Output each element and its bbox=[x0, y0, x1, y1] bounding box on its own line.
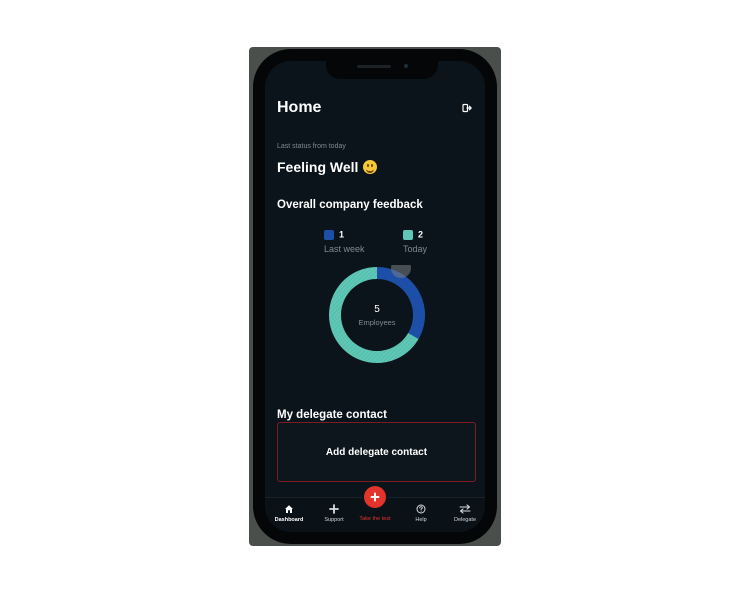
nav-label-dashboard: Dashboard bbox=[274, 517, 304, 523]
nav-item-dashboard[interactable]: Dashboard bbox=[267, 504, 311, 523]
nav-item-delegate[interactable]: Delegate bbox=[443, 504, 485, 523]
delegate-section-title: My delegate contact bbox=[277, 409, 387, 421]
speaker-grille bbox=[357, 65, 391, 68]
take-the-test-fab[interactable] bbox=[364, 486, 386, 508]
smiling-face-icon bbox=[363, 160, 378, 174]
legend-value-last-week: 1 bbox=[339, 229, 345, 240]
nav-item-help[interactable]: Help bbox=[399, 504, 443, 523]
nav-label-support: Support bbox=[324, 517, 344, 523]
legend-label-today: Today bbox=[403, 243, 428, 254]
current-feeling: Feeling Well bbox=[277, 159, 378, 175]
help-circle-icon bbox=[416, 504, 426, 514]
home-icon bbox=[285, 505, 293, 513]
nav-label-take-the-test: Take the test bbox=[359, 516, 391, 522]
phone-bezel: Home Last status from today Feeling Well… bbox=[253, 49, 497, 544]
logout-icon[interactable] bbox=[462, 103, 472, 113]
nav-label-delegate: Delegate bbox=[453, 517, 477, 523]
legend-swatch-today bbox=[403, 229, 413, 240]
nav-item-take-the-test[interactable]: Take the test bbox=[353, 516, 397, 522]
app-screen: Home Last status from today Feeling Well… bbox=[265, 61, 485, 532]
legend-item-today[interactable]: 2 Today bbox=[403, 229, 427, 254]
nav-label-help: Help bbox=[415, 517, 427, 523]
add-delegate-contact-button[interactable]: Add delegate contact bbox=[277, 422, 476, 482]
front-camera bbox=[404, 64, 408, 68]
feedback-section-title: Overall company feedback bbox=[277, 199, 423, 211]
swap-arrows-icon bbox=[459, 504, 471, 514]
legend-value-today: 2 bbox=[418, 229, 424, 240]
feedback-donut-chart bbox=[329, 265, 425, 363]
legend-swatch-last-week bbox=[324, 229, 334, 240]
last-status-label: Last status from today bbox=[277, 143, 346, 150]
legend-item-last-week[interactable]: 1 Last week bbox=[324, 229, 365, 254]
page-title: Home bbox=[277, 99, 322, 116]
legend-label-last-week: Last week bbox=[324, 243, 365, 254]
phone-frame: Home Last status from today Feeling Well… bbox=[249, 47, 501, 546]
phone-notch bbox=[326, 61, 438, 79]
nav-item-support[interactable]: Support bbox=[312, 504, 356, 523]
plus-icon bbox=[329, 504, 339, 514]
feeling-text: Feeling Well bbox=[277, 159, 359, 175]
add-circle-icon bbox=[370, 492, 380, 502]
